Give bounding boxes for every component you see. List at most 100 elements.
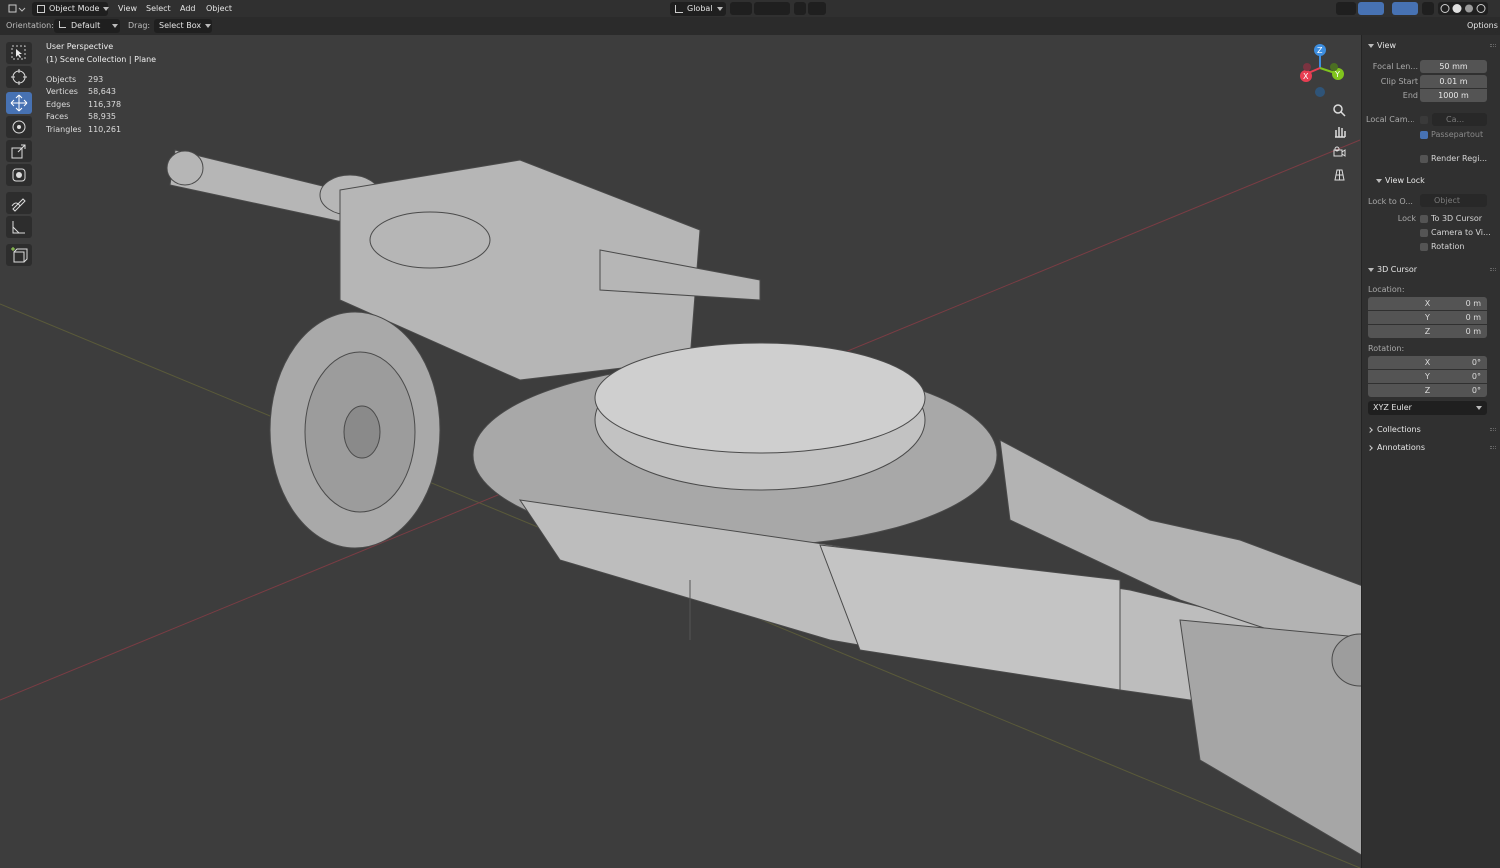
falloff-icon[interactable]: [808, 2, 826, 15]
menu-select[interactable]: Select: [142, 2, 175, 15]
clip-start-label: Clip Start: [1380, 77, 1418, 86]
gizmo-z-label[interactable]: Z: [1317, 46, 1323, 55]
snap-icon[interactable]: [754, 2, 790, 15]
local-camera-checkbox[interactable]: [1420, 116, 1428, 124]
overlays-toggle-icon[interactable]: [1392, 2, 1418, 15]
passepartout-checkbox[interactable]: [1420, 131, 1428, 139]
cursor-rotation-label: Rotation:: [1368, 344, 1405, 353]
rotate-tool[interactable]: [6, 116, 32, 138]
annotations-panel-header[interactable]: Annotations: [1367, 442, 1425, 454]
drag-dropdown[interactable]: Select Box: [154, 19, 212, 33]
scale-tool[interactable]: [6, 140, 32, 162]
tool-settings-bar: Orientation: Default Drag: Select Box Op…: [0, 17, 1500, 35]
3d-viewport[interactable]: [0, 0, 1500, 868]
local-camera-field[interactable]: Ca...: [1432, 113, 1487, 126]
gizmo-y-label[interactable]: Y: [1334, 70, 1340, 79]
gizmo-toggle-icon[interactable]: [1358, 2, 1384, 15]
perspective-grid-icon[interactable]: [1331, 166, 1348, 183]
editor-type-icon[interactable]: [6, 2, 26, 15]
focal-length-field[interactable]: 50 mm: [1420, 60, 1487, 73]
menu-view[interactable]: View: [114, 2, 141, 15]
stat-label-edges: Edges: [46, 100, 71, 109]
add-cube-tool[interactable]: [6, 244, 32, 266]
proportional-edit-icon[interactable]: [794, 2, 806, 15]
menu-object[interactable]: Object: [202, 2, 236, 15]
cursor-rotation-z-field[interactable]: Z 0°: [1368, 384, 1487, 397]
options-button[interactable]: Options: [1462, 19, 1498, 33]
cursor-location-y-field[interactable]: Y 0 m: [1368, 311, 1487, 324]
clip-end-label: End: [1402, 91, 1418, 100]
stat-label-vertices: Vertices: [46, 87, 78, 96]
cursor-rotation-y-field[interactable]: Y 0°: [1368, 370, 1487, 383]
lock-rotation-label: Rotation: [1431, 242, 1465, 251]
viewport-scene[interactable]: [0, 0, 1500, 868]
gizmo-neg-z: [1315, 87, 1325, 97]
view-name: User Perspective: [46, 42, 114, 51]
collections-panel-header[interactable]: Collections: [1367, 424, 1421, 436]
local-camera-label: Local Cam...: [1366, 115, 1414, 124]
panel-grip-icon[interactable]: [1490, 446, 1496, 449]
howitzer-model: [166, 149, 1401, 861]
zoom-icon[interactable]: [1331, 102, 1348, 119]
cursor-panel-header[interactable]: 3D Cursor: [1368, 264, 1417, 276]
mode-dropdown[interactable]: Object Mode: [32, 2, 110, 16]
transform-orientation-dropdown[interactable]: Global: [670, 2, 726, 16]
stat-label-objects: Objects: [46, 75, 77, 84]
lock-label: Lock: [1397, 214, 1416, 223]
visibility-icon[interactable]: [1336, 2, 1356, 15]
panel-grip-icon[interactable]: [1490, 268, 1496, 271]
select-box-tool[interactable]: [6, 42, 32, 64]
camera-view-icon[interactable]: [1331, 144, 1348, 161]
orientation-default-icon: [59, 21, 66, 28]
focal-length-label: Focal Len...: [1372, 62, 1418, 71]
orientation-icon: [675, 4, 683, 13]
camera-to-view-checkbox[interactable]: [1420, 229, 1428, 237]
select-box-icon: [11, 45, 26, 60]
stat-value-edges: 116,378: [88, 100, 122, 109]
gizmo-x-label[interactable]: X: [1303, 72, 1309, 81]
pan-hand-icon[interactable]: [1331, 123, 1348, 140]
render-region-checkbox[interactable]: [1420, 155, 1428, 163]
panel-grip-icon[interactable]: [1490, 44, 1496, 47]
stat-label-faces: Faces: [46, 112, 69, 121]
cursor-tool[interactable]: [6, 66, 32, 88]
lock-to-cursor-checkbox[interactable]: [1420, 215, 1428, 223]
navigation-gizmo[interactable]: Z X Y: [1294, 40, 1350, 100]
transform-tool[interactable]: [6, 164, 32, 186]
sidebar-n-panel[interactable]: View Focal Len... 50 mm Clip Start 0.01 …: [1361, 35, 1500, 868]
view-lock-header[interactable]: View Lock: [1376, 175, 1425, 187]
clip-end-field[interactable]: 1000 m: [1420, 89, 1487, 102]
pivot-point-icon[interactable]: [730, 2, 752, 15]
clip-start-field[interactable]: 0.01 m: [1420, 75, 1487, 88]
scale-icon: [11, 144, 26, 159]
lock-to-object-label: Lock to O...: [1368, 197, 1413, 206]
menu-add[interactable]: Add: [176, 2, 200, 15]
cursor-location-label: Location:: [1368, 285, 1405, 294]
stat-value-faces: 58,935: [88, 112, 116, 121]
shading-modes-icon[interactable]: [1438, 2, 1488, 15]
passepartout-label: Passepartout: [1431, 130, 1484, 139]
render-region-label: Render Regi...: [1431, 154, 1488, 163]
lock-to-object-field[interactable]: Object: [1420, 194, 1487, 207]
panel-grip-icon[interactable]: [1490, 428, 1496, 431]
annotate-tool[interactable]: [6, 192, 32, 214]
cursor-location-x-field[interactable]: X 0 m: [1368, 297, 1487, 310]
lock-to-cursor-label: To 3D Cursor: [1431, 214, 1483, 223]
collection-name: (1) Scene Collection | Plane: [46, 55, 157, 64]
view-panel-header[interactable]: View: [1368, 40, 1396, 52]
cursor-location-z-field[interactable]: Z 0 m: [1368, 325, 1487, 338]
stat-value-objects: 293: [88, 75, 104, 84]
cursor-rotation-x-field[interactable]: X 0°: [1368, 356, 1487, 369]
rotate-icon: [12, 120, 26, 134]
measure-tool[interactable]: [6, 216, 32, 238]
mode-icon: [37, 4, 45, 13]
orientation-dropdown[interactable]: Default: [54, 19, 120, 33]
lock-rotation-checkbox[interactable]: [1420, 243, 1428, 251]
stat-value-vertices: 58,643: [88, 87, 116, 96]
camera-to-view-label: Camera to Vi...: [1431, 228, 1491, 237]
move-tool[interactable]: [6, 92, 32, 114]
xray-icon[interactable]: [1422, 2, 1434, 15]
drag-label: Drag:: [128, 21, 151, 30]
rotation-mode-dropdown[interactable]: XYZ Euler: [1368, 401, 1487, 415]
transform-icon: [12, 168, 26, 182]
